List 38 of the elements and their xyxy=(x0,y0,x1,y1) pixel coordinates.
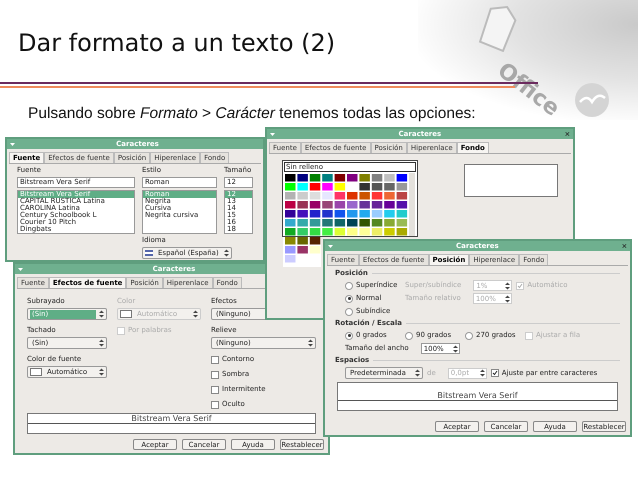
color-swatch xyxy=(30,368,42,376)
checkbox[interactable] xyxy=(490,369,499,377)
spin-arrows-icon xyxy=(480,369,485,377)
spin-arrows-icon xyxy=(99,310,104,318)
radio-button[interactable] xyxy=(405,332,413,340)
intro-text: Pulsando sobre Formato > Carácter tenemos todas las opciones: xyxy=(28,105,476,123)
close-button[interactable]: × xyxy=(622,242,627,250)
close-button[interactable]: × xyxy=(564,130,570,138)
spin-arrows-icon xyxy=(99,368,104,376)
swatch-grid[interactable] xyxy=(283,237,321,267)
radio-button[interactable] xyxy=(465,332,473,340)
preview-text: Bitstream Vera Serif xyxy=(131,414,212,423)
chevron-icon[interactable] xyxy=(328,244,333,248)
checkbox[interactable] xyxy=(211,356,219,364)
spin-arrows-icon xyxy=(504,294,510,302)
swatch-grid[interactable] xyxy=(283,173,415,236)
radio-button[interactable] xyxy=(345,282,353,290)
spin-arrows-icon xyxy=(193,310,198,318)
slide-title: Dar formato a un texto (2) xyxy=(18,29,336,57)
color-swatch xyxy=(120,310,132,318)
flag-icon xyxy=(145,250,153,256)
spin-arrows-icon xyxy=(452,344,458,352)
checkbox[interactable] xyxy=(211,386,219,394)
preview-text: Bitstream Vera Serif xyxy=(437,390,518,400)
radio-button[interactable] xyxy=(345,332,353,340)
checkbox[interactable] xyxy=(211,400,219,408)
spin-arrows-icon xyxy=(505,282,510,290)
chevron-icon[interactable] xyxy=(270,132,275,136)
checkbox[interactable] xyxy=(211,370,219,378)
chevron-icon[interactable] xyxy=(18,268,23,270)
spin-arrows-icon xyxy=(99,339,104,347)
document-icon xyxy=(478,6,518,52)
chevron-icon[interactable] xyxy=(10,142,15,146)
spin-arrows-icon xyxy=(308,339,313,347)
spin-arrows-icon xyxy=(415,369,420,377)
radio-button[interactable] xyxy=(345,294,353,302)
spin-arrows-icon xyxy=(224,249,229,257)
radio-button[interactable] xyxy=(345,308,353,316)
